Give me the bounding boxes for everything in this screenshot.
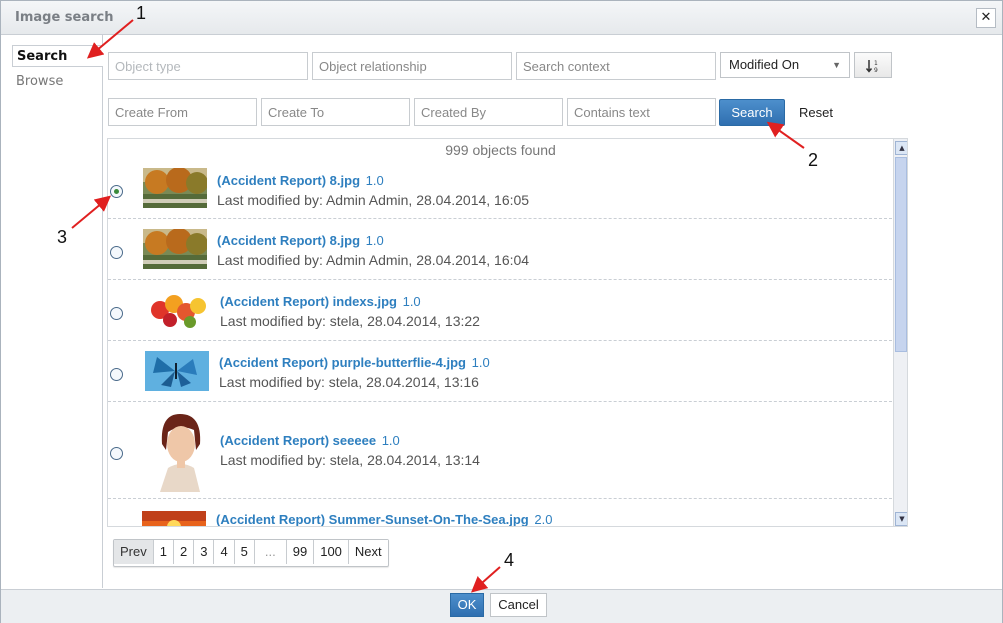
result-title[interactable]: (Accident Report) 8.jpg 1.0: [217, 173, 384, 188]
result-meta: Last modified by: Admin Admin, 28.04.201…: [217, 252, 530, 268]
sunset-thumbnail: [142, 511, 206, 526]
scroll-down-icon[interactable]: ▼: [895, 512, 907, 526]
flowers-thumbnail: [146, 290, 210, 330]
page-button-4[interactable]: 4: [213, 540, 234, 564]
list-item[interactable]: (Accident Report) indexs.jpg 1.0 Last mo…: [108, 280, 892, 341]
reset-button[interactable]: Reset: [799, 105, 833, 120]
butterfly-thumbnail: [145, 351, 209, 391]
result-title[interactable]: (Accident Report) Summer-Sunset-On-The-S…: [216, 512, 552, 526]
page-button-2[interactable]: 2: [172, 540, 194, 564]
nav-tab-search[interactable]: Search: [12, 45, 103, 67]
page-ellipsis: ...: [253, 540, 286, 564]
image-search-dialog: Image search ✕ Search Browse Modified On…: [0, 0, 1003, 623]
close-icon[interactable]: ✕: [976, 8, 996, 28]
portrait-thumbnail: [150, 408, 210, 492]
result-title[interactable]: (Accident Report) seeeee 1.0: [220, 433, 400, 448]
results-list: 999 objects found (Accident Report) 8.jp…: [107, 138, 908, 527]
scroll-up-icon[interactable]: ▲: [895, 141, 907, 155]
sort-order-button[interactable]: 1 9: [854, 52, 892, 78]
sort-field-value: Modified On: [729, 57, 800, 72]
object-type-input[interactable]: [108, 52, 308, 80]
nav-tab-browse[interactable]: Browse: [12, 71, 100, 93]
create-to-input[interactable]: [261, 98, 410, 126]
page-button-5[interactable]: 5: [233, 540, 254, 564]
cancel-button[interactable]: Cancel: [490, 593, 547, 617]
annotation-label-2: 2: [808, 150, 819, 170]
select-radio[interactable]: [110, 447, 123, 460]
result-meta: Last modified by: stela, 28.04.2014, 13:…: [220, 452, 480, 468]
sort-field-select[interactable]: Modified On ▼: [720, 52, 850, 78]
select-radio[interactable]: [110, 246, 123, 259]
results-scrollbar[interactable]: ▲ ▼: [893, 139, 907, 526]
ok-button[interactable]: OK: [450, 593, 484, 617]
page-button-3[interactable]: 3: [193, 540, 214, 564]
autumn-park-thumbnail: [143, 229, 207, 269]
created-by-input[interactable]: [414, 98, 563, 126]
annotation-label-1: 1: [136, 3, 147, 23]
title-bar: Image search ✕: [1, 1, 1002, 35]
autumn-park-thumbnail: [143, 168, 207, 208]
results-count: 999 objects found: [445, 142, 556, 158]
pagination: Prev 1 2 3 4 5 ... 99 100 Next: [113, 539, 389, 567]
select-radio[interactable]: [110, 307, 123, 320]
svg-text:9: 9: [874, 67, 878, 74]
object-relationship-input[interactable]: [312, 52, 512, 80]
page-button-100[interactable]: 100: [313, 540, 348, 564]
contains-text-input[interactable]: [567, 98, 716, 126]
list-item[interactable]: (Accident Report) seeeee 1.0 Last modifi…: [108, 402, 892, 499]
sort-order-icon: 1 9: [865, 59, 878, 74]
result-title[interactable]: (Accident Report) indexs.jpg 1.0: [220, 294, 421, 309]
result-meta: Last modified by: stela, 28.04.2014, 13:…: [219, 374, 479, 390]
annotation-label-4: 4: [504, 550, 515, 570]
svg-text:1: 1: [874, 60, 878, 67]
result-meta: Last modified by: stela, 28.04.2014, 13:…: [220, 313, 480, 329]
chevron-down-icon: ▼: [832, 60, 841, 70]
select-radio[interactable]: [110, 368, 123, 381]
result-title[interactable]: (Accident Report) purple-butterflie-4.jp…: [219, 355, 490, 370]
scroll-thumb[interactable]: [895, 157, 907, 352]
search-button[interactable]: Search: [719, 99, 785, 126]
dialog-title: Image search: [15, 10, 114, 25]
select-radio[interactable]: [110, 185, 123, 198]
list-item[interactable]: (Accident Report) 8.jpg 1.0 Last modifie…: [108, 219, 892, 280]
page-button-99[interactable]: 99: [285, 540, 314, 564]
create-from-input[interactable]: [108, 98, 257, 126]
select-radio[interactable]: [110, 526, 123, 527]
annotation-label-3: 3: [57, 227, 68, 247]
result-meta: Last modified by: Admin Admin, 28.04.201…: [217, 192, 530, 208]
list-item[interactable]: (Accident Report) 8.jpg 1.0 Last modifie…: [108, 161, 892, 219]
list-item[interactable]: (Accident Report) purple-butterflie-4.jp…: [108, 341, 892, 402]
prev-page-button[interactable]: Prev: [114, 540, 153, 564]
result-title[interactable]: (Accident Report) 8.jpg 1.0: [217, 233, 384, 248]
search-context-input[interactable]: [516, 52, 716, 80]
left-nav: Search Browse: [1, 35, 103, 588]
next-page-button[interactable]: Next: [347, 540, 388, 564]
page-button-1[interactable]: 1: [152, 540, 173, 564]
list-item[interactable]: (Accident Report) Summer-Sunset-On-The-S…: [108, 499, 892, 527]
